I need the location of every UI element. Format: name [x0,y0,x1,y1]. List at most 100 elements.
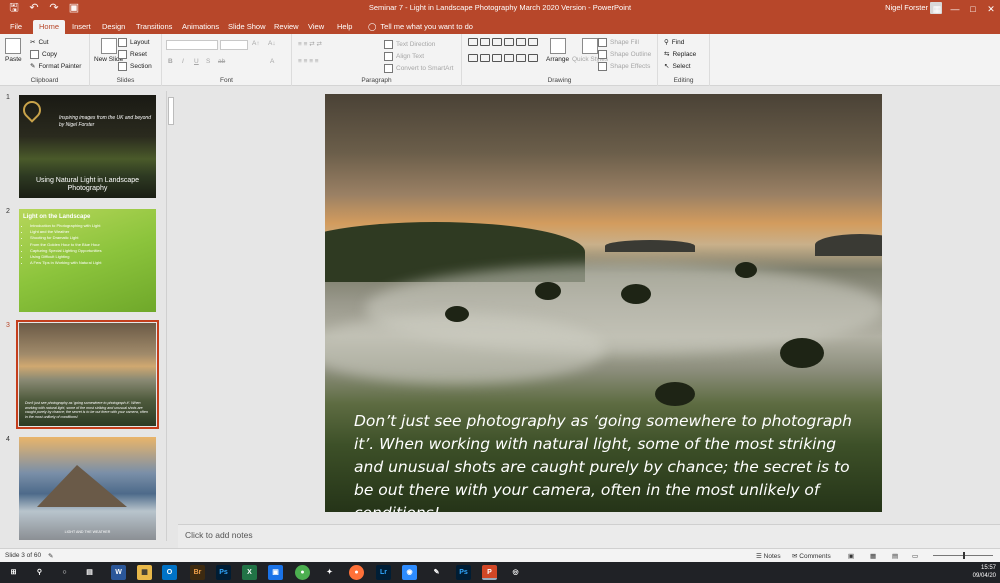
bullets-icon[interactable]: ≡ ≡ ⇄ ⇄ [298,40,322,48]
tab-help[interactable]: Help [331,20,358,34]
slide-thumbnail-3[interactable]: Don't just see photography as 'going som… [16,320,159,429]
font-name-combo[interactable] [166,40,218,50]
font-color-icon[interactable]: A [270,58,274,65]
grow-font-icon[interactable]: A↑ [252,40,260,47]
tab-view[interactable]: View [302,20,330,34]
shape-icon[interactable] [492,38,502,46]
normal-view-icon[interactable]: ▣ [848,552,854,560]
shape-icon[interactable] [528,38,538,46]
replace-button[interactable]: ⇆ Replace [664,50,696,59]
slide-sorter-icon[interactable]: ▦ [870,552,876,560]
shape-icon[interactable] [504,38,514,46]
notes-button[interactable]: ☰ Notes [756,552,781,560]
shape-icon[interactable] [468,38,478,46]
reset-button[interactable]: Reset [118,50,147,59]
tab-home[interactable]: Home [33,20,66,34]
zoom-icon[interactable]: ◉ [402,565,417,580]
tab-file[interactable]: File [4,20,28,34]
tab-animations[interactable]: Animations [176,20,225,34]
cortana-icon[interactable]: ○ [57,565,72,580]
paste-button[interactable]: Paste [5,38,22,63]
notes-pane[interactable]: Click to add notes [178,524,1000,548]
slide-thumbnail-2[interactable]: Light on the Landscape Introduction to P… [19,209,156,312]
camera-app-icon[interactable]: ◎ [508,565,523,580]
select-button[interactable]: ↖ Select [664,62,691,71]
align-text-button[interactable]: Align Text [384,52,424,61]
shape-icon[interactable] [504,54,514,62]
powerpoint-icon[interactable]: P [482,565,497,580]
task-view-icon[interactable]: ▤ [82,565,97,580]
minimize-icon[interactable]: — [946,0,964,18]
copy-button[interactable]: Copy [30,50,57,59]
shape-icon[interactable] [516,38,526,46]
photoshop-icon[interactable]: Ps [216,565,231,580]
shadow-button[interactable]: S [206,58,210,65]
shape-effects-button[interactable]: Shape Effects [598,62,650,71]
format-painter-button[interactable]: ✎ Format Painter [30,62,81,71]
scrollbar-thumb[interactable] [168,97,174,125]
firefox-icon[interactable]: ● [349,565,364,580]
shape-icon[interactable] [516,54,526,62]
shape-fill-button[interactable]: Shape Fill [598,38,639,47]
align-icons[interactable]: ≡ ≡ ≡ ≡ [298,58,319,65]
layout-button[interactable]: Layout [118,38,150,47]
lightroom-icon[interactable]: Lr [376,565,391,580]
shapes-gallery[interactable] [468,38,540,68]
system-tray-clock[interactable]: 15:57 09/04/20 [973,564,996,580]
shape-outline-button[interactable]: Shape Outline [598,50,651,59]
shape-icon[interactable] [480,54,490,62]
user-name[interactable]: Nigel Forster [885,3,928,12]
bold-button[interactable]: B [168,58,173,65]
current-slide[interactable]: Don’t just see photography as ‘going som… [325,94,882,512]
photoshop-icon-2[interactable]: Ps [456,565,471,580]
spell-check-icon[interactable]: ✎ [48,552,53,560]
zoom-slider[interactable] [933,552,993,559]
tab-insert[interactable]: Insert [66,20,97,34]
notes-app-icon[interactable]: ✎ [429,565,444,580]
section-button[interactable]: Section [118,62,152,71]
slide-thumbnail-4[interactable]: LIGHT AND THE WEATHER [19,437,156,540]
shrink-font-icon[interactable]: A↓ [268,40,276,47]
shape-icon[interactable] [480,38,490,46]
tab-design[interactable]: Design [96,20,131,34]
comments-button[interactable]: ✉ Comments [792,552,831,560]
find-button[interactable]: ⚲ Find [664,38,684,47]
tab-review[interactable]: Review [268,20,305,34]
shape-icon[interactable] [468,54,478,62]
text-direction-button[interactable]: Text Direction [384,40,435,49]
slideshow-view-icon[interactable]: ▭ [912,552,918,560]
close-icon[interactable]: ✕ [982,0,1000,18]
arrange-button[interactable]: Arrange [546,38,569,63]
bridge-icon[interactable]: Br [190,565,205,580]
slide-caption[interactable]: Don’t just see photography as ‘going som… [354,410,868,512]
slides-label: Slides [116,77,135,84]
slide-thumbnail-1[interactable]: Inspiring images from the UK and beyond … [19,95,156,198]
zoom-slider-thumb[interactable] [963,552,965,559]
maximize-icon[interactable]: □ [964,0,982,18]
strikethrough-button[interactable]: ab [218,58,225,65]
tell-me-search[interactable]: ◯ Tell me what you want to do [368,20,473,34]
shape-outline-icon [598,50,607,59]
thumbnail-scrollbar[interactable] [166,91,174,541]
file-explorer-icon[interactable]: ▦ [137,565,152,580]
tab-transitions[interactable]: Transitions [130,20,178,34]
editing-label: Editing [673,77,694,84]
italic-button[interactable]: I [182,58,184,65]
outlook-icon[interactable]: O [162,565,177,580]
cut-button[interactable]: ✂ Cut [30,38,49,47]
photos-icon[interactable]: ▣ [268,565,283,580]
windows-start-icon[interactable]: ⊞ [6,565,21,580]
search-icon[interactable]: ⚲ [32,565,47,580]
reading-view-icon[interactable]: ▤ [892,552,898,560]
pin-app-icon[interactable]: ✦ [322,565,337,580]
font-size-combo[interactable] [220,40,248,50]
shape-icon[interactable] [492,54,502,62]
word-icon[interactable]: W [111,565,126,580]
convert-smartart-button[interactable]: Convert to SmartArt [384,64,453,73]
restore-ribbon-icon[interactable]: ▦ [928,0,946,18]
shape-icon[interactable] [528,54,538,62]
chrome-icon[interactable]: ● [295,565,310,580]
excel-icon[interactable]: X [242,565,257,580]
underline-button[interactable]: U [194,58,199,65]
tab-slide-show[interactable]: Slide Show [222,20,272,34]
